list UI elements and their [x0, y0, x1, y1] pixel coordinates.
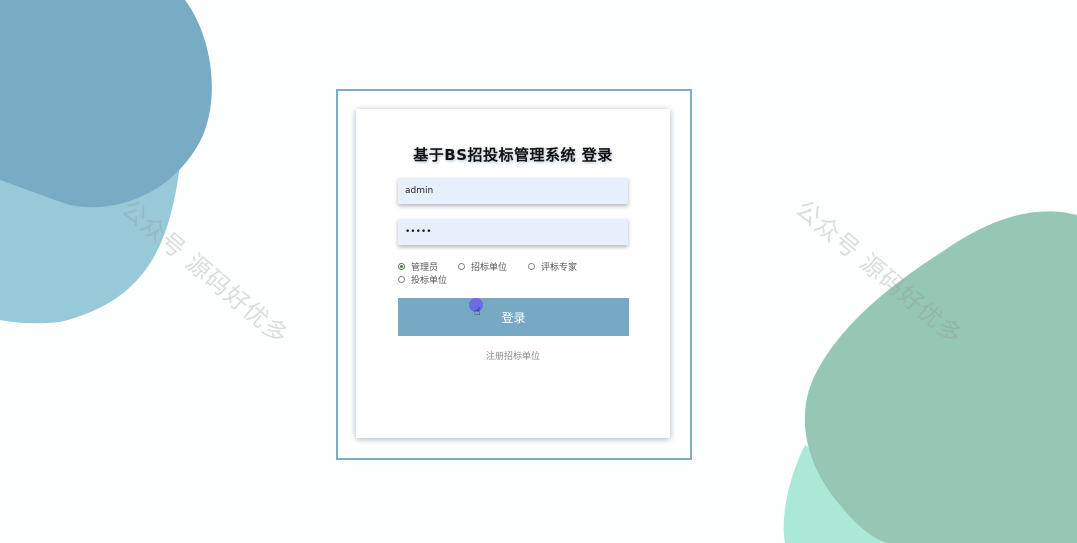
role-option-expert[interactable]: 评标专家 — [528, 260, 577, 273]
password-input[interactable] — [398, 219, 628, 245]
username-input[interactable] — [398, 178, 628, 204]
background-blob-top-left — [0, 0, 240, 330]
login-page: 公众号 源码好优多 公众号 源码好优多 公众号 源码好优多 基于BS招投标管理系… — [0, 0, 1077, 543]
radio-icon[interactable] — [398, 276, 405, 283]
login-button[interactable]: 登录 — [398, 298, 629, 336]
role-option-tenderer[interactable]: 招标单位 — [458, 260, 507, 273]
radio-icon[interactable] — [528, 263, 535, 270]
background-blob-bottom-right — [780, 205, 1077, 543]
radio-icon[interactable] — [458, 263, 465, 270]
role-option-admin[interactable]: 管理员 — [398, 260, 438, 273]
role-label: 招标单位 — [471, 263, 508, 273]
login-card: 基于BS招投标管理系统 登录 管理员 招标单位 评标专家 投标单位 登录 ☝ — [356, 109, 670, 438]
radio-icon[interactable] — [398, 263, 405, 270]
role-option-bidder[interactable]: 投标单位 — [398, 273, 447, 286]
hand-cursor-icon: ☝ — [474, 305, 481, 318]
role-label: 评标专家 — [541, 263, 578, 273]
page-title: 基于BS招投标管理系统 登录 — [413, 146, 613, 164]
register-link[interactable]: 注册招标单位 — [356, 349, 670, 362]
role-label: 投标单位 — [411, 276, 448, 286]
role-label: 管理员 — [411, 263, 439, 273]
